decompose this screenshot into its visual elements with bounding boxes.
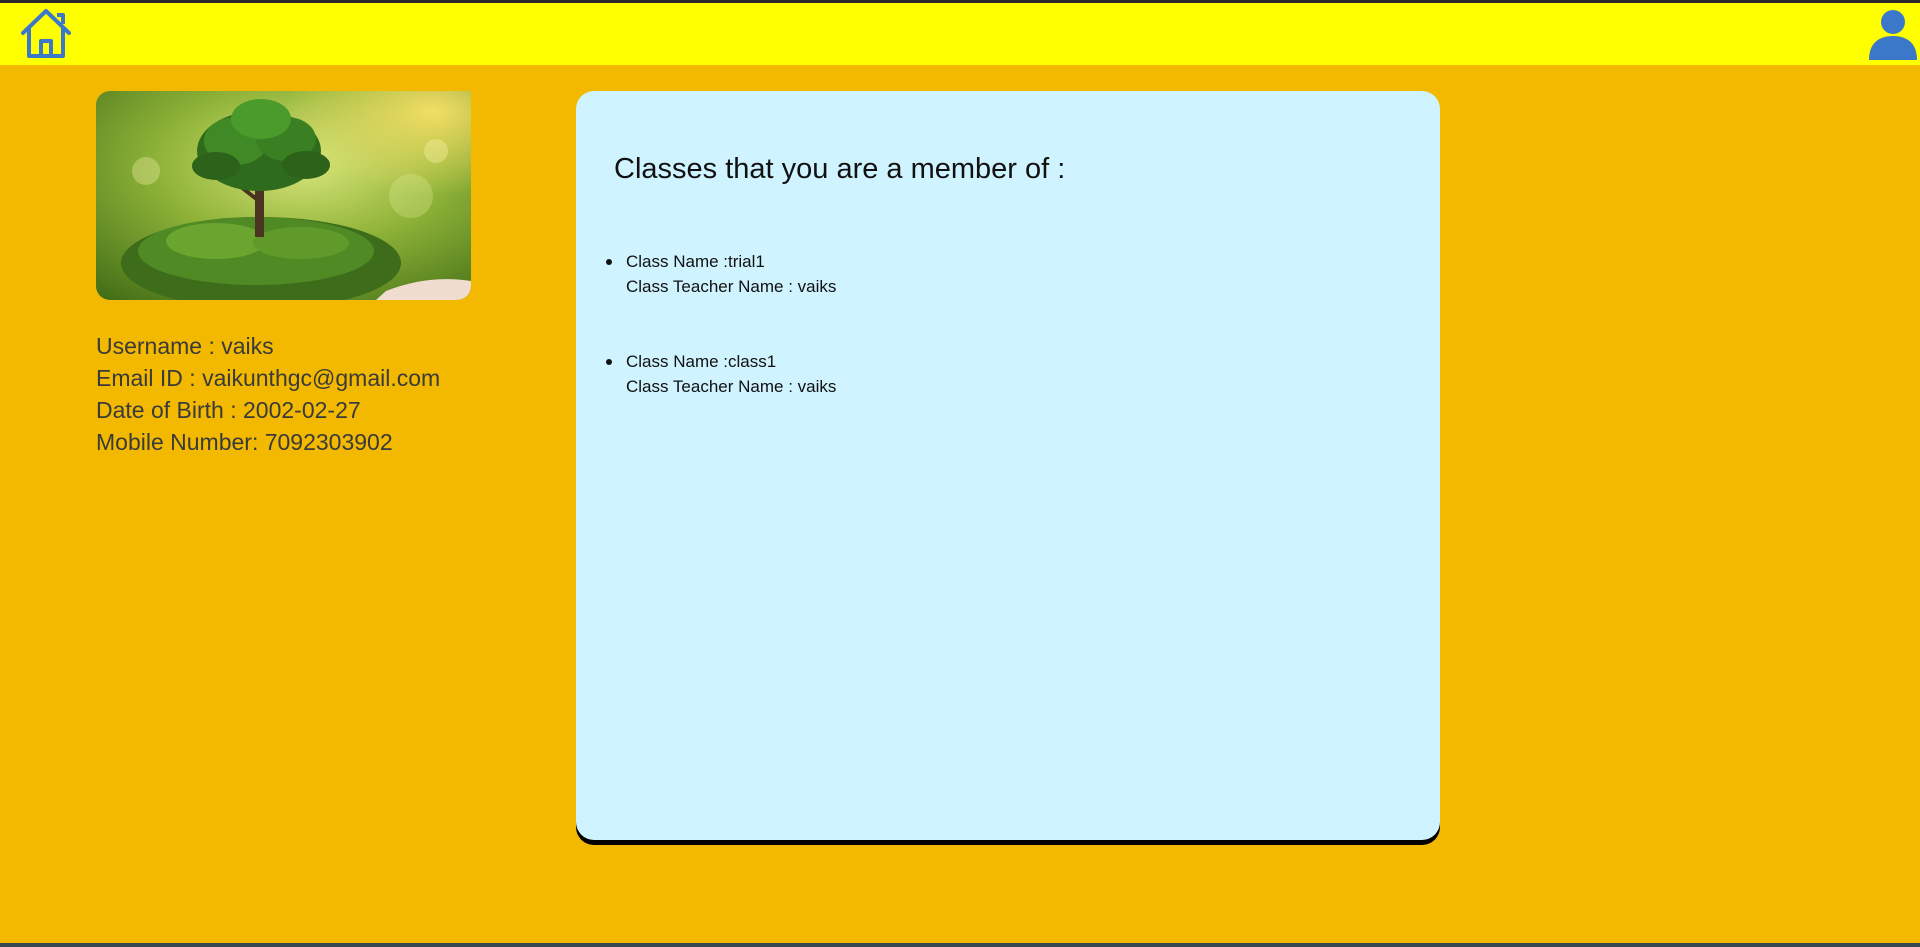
home-button[interactable] [19,7,73,59]
classes-card: Classes that you are a member of : Class… [576,91,1440,840]
user-icon [1869,10,1917,60]
class-list: Class Name :trial1 Class Teacher Name : … [606,249,837,449]
mobile-text: Mobile Number: 7092303902 [96,429,393,455]
bottom-edge-strip [0,943,1920,947]
class-item: Class Name :trial1 Class Teacher Name : … [606,249,837,299]
username-text: Username : vaiks [96,333,274,359]
tree-in-hand-image [96,91,471,300]
top-navbar [0,3,1920,65]
class-name-text: Class Name :class1 [626,352,777,371]
email-text: Email ID : vaikunthgc@gmail.com [96,365,441,391]
class-item: Class Name :class1 Class Teacher Name : … [606,349,837,399]
profile-button[interactable] [1866,6,1920,60]
bullet [606,259,612,265]
bullet [606,359,612,365]
home-icon [21,9,71,58]
dob-text: Date of Birth : 2002-02-27 [96,397,361,423]
user-info: Username : vaiks Email ID : vaikunthgc@g… [96,330,440,458]
class-name-text: Class Name :trial1 [626,252,765,271]
class-teacher-text: Class Teacher Name : vaiks [626,277,837,296]
profile-image [96,91,471,300]
classes-title: Classes that you are a member of : [614,153,1066,185]
class-teacher-text: Class Teacher Name : vaiks [626,377,837,396]
